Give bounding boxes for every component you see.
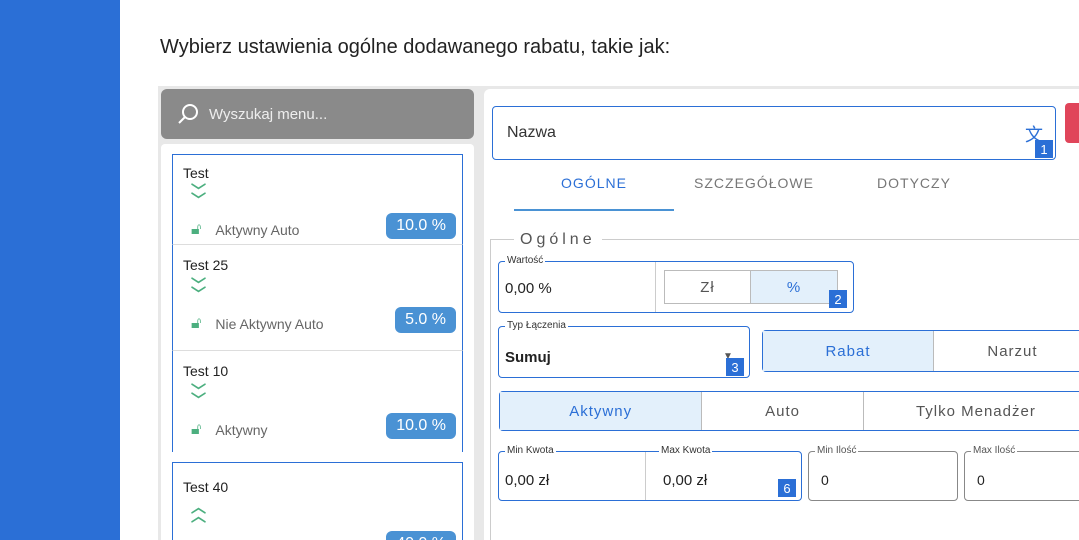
chevron-down-icon: ﹀ ﹀ <box>191 383 207 409</box>
mode-option-active[interactable]: Aktywny <box>500 392 703 430</box>
discount-card[interactable]: Test 10 ﹀ ﹀ 🔓︎ Aktywny 10.0 % <box>172 350 463 452</box>
discount-value-badge: 10.0 % <box>386 213 456 239</box>
kind-option-discount[interactable]: Rabat <box>763 331 934 371</box>
kind-option-markup[interactable]: Narzut <box>934 331 1079 371</box>
section-border <box>490 239 491 540</box>
discount-status: 🔓︎ Nie Aktywny Auto <box>191 315 324 332</box>
discount-card[interactable]: Test 25 ﹀ ﹀ 🔓︎ Nie Aktywny Auto 5.0 % <box>172 244 463 350</box>
join-type-select[interactable]: Typ Łączenia Sumuj ▼ <box>498 320 750 378</box>
tab-details[interactable]: SZCZEGÓŁOWE <box>674 175 834 211</box>
discount-card[interactable]: Test 40 ︿︿ 40.0 % <box>172 462 463 540</box>
discount-value-badge: 40.0 % <box>386 531 456 540</box>
max-amount-field[interactable]: 0,00 zł <box>663 472 707 489</box>
search-placeholder: Wyszukaj menu... <box>209 105 328 123</box>
mode-option-manager-only[interactable]: Tylko Menadżer <box>864 392 1079 430</box>
mode-option-auto[interactable]: Auto <box>702 392 864 430</box>
max-qty-field[interactable]: Max Ilość 0 <box>964 445 1079 501</box>
discount-name: Test 10 <box>183 363 229 379</box>
marker-badge: 3 <box>726 358 744 376</box>
discount-form: Nazwa 文 1 OGÓLNE SZCZEGÓŁOWE DOTYCZY Ogó… <box>484 89 1079 540</box>
search-input[interactable]: Wyszukaj menu... <box>161 89 474 139</box>
discount-status: 🔓︎ Aktywny <box>191 421 268 438</box>
field-divider <box>655 262 656 312</box>
marker-badge: 6 <box>778 479 796 497</box>
discount-name: Test 40 <box>183 479 229 495</box>
discount-value-badge: 5.0 % <box>395 307 456 333</box>
section-title: Ogólne <box>514 231 602 249</box>
delete-button[interactable] <box>1065 103 1079 143</box>
unit-option-percent[interactable]: % <box>751 271 837 303</box>
tab-bar: OGÓLNE SZCZEGÓŁOWE DOTYCZY <box>514 175 994 211</box>
amount-range: Min Kwota 0,00 zł Max Kwota 0,00 zł <box>498 445 802 501</box>
unit-toggle: Zł % <box>664 270 838 304</box>
chevron-down-icon: ﹀ ﹀ <box>191 183 207 209</box>
app-screenshot: Wyszukaj menu... Test ﹀ ﹀ 🔓︎ Aktywny Auto … <box>158 86 1079 540</box>
discount-value-badge: 10.0 % <box>386 413 456 439</box>
discount-name: Test <box>183 165 209 181</box>
kind-toggle: Rabat Narzut <box>762 330 1079 372</box>
tab-applies-to[interactable]: DOTYCZY <box>834 175 994 211</box>
min-amount-field[interactable]: 0,00 zł <box>505 472 549 489</box>
lock-icon: 🔓︎ <box>191 221 202 238</box>
side-color-bar <box>0 0 120 540</box>
value-text: 0,00 % <box>505 280 552 297</box>
discount-list: Test ﹀ ﹀ 🔓︎ Aktywny Auto 10.0 % Test 25 ﹀ ﹀… <box>161 144 474 540</box>
chevron-up-icon: ︿ ︿ <box>191 499 207 525</box>
name-placeholder: Nazwa <box>507 124 556 141</box>
name-input[interactable]: Nazwa 文 <box>492 106 1056 160</box>
min-qty-field[interactable]: Min Ilość 0 <box>808 445 958 501</box>
discount-name: Test 25 <box>183 257 229 273</box>
chevron-down-icon: ﹀ ﹀ <box>191 277 207 303</box>
marker-badge: 1 <box>1035 140 1053 158</box>
unit-option-pln[interactable]: Zł <box>665 271 751 303</box>
page-heading: Wybierz ustawienia ogólne dodawanego rab… <box>160 36 671 58</box>
join-type-value: Sumuj <box>505 349 551 366</box>
value-field[interactable]: Wartość 0,00 % Zł % <box>498 255 854 313</box>
lock-icon: 🔓︎ <box>191 421 202 438</box>
marker-badge: 2 <box>829 290 847 308</box>
lock-icon: 🔓︎ <box>191 315 202 332</box>
tab-general[interactable]: OGÓLNE <box>514 175 674 211</box>
discount-card[interactable]: Test ﹀ ﹀ 🔓︎ Aktywny Auto 10.0 % <box>172 154 463 244</box>
field-divider <box>645 452 646 500</box>
discount-status: 🔓︎ Aktywny Auto <box>191 221 300 238</box>
search-icon <box>178 104 198 124</box>
mode-toggle: Aktywny Auto Tylko Menadżer <box>499 391 1079 431</box>
